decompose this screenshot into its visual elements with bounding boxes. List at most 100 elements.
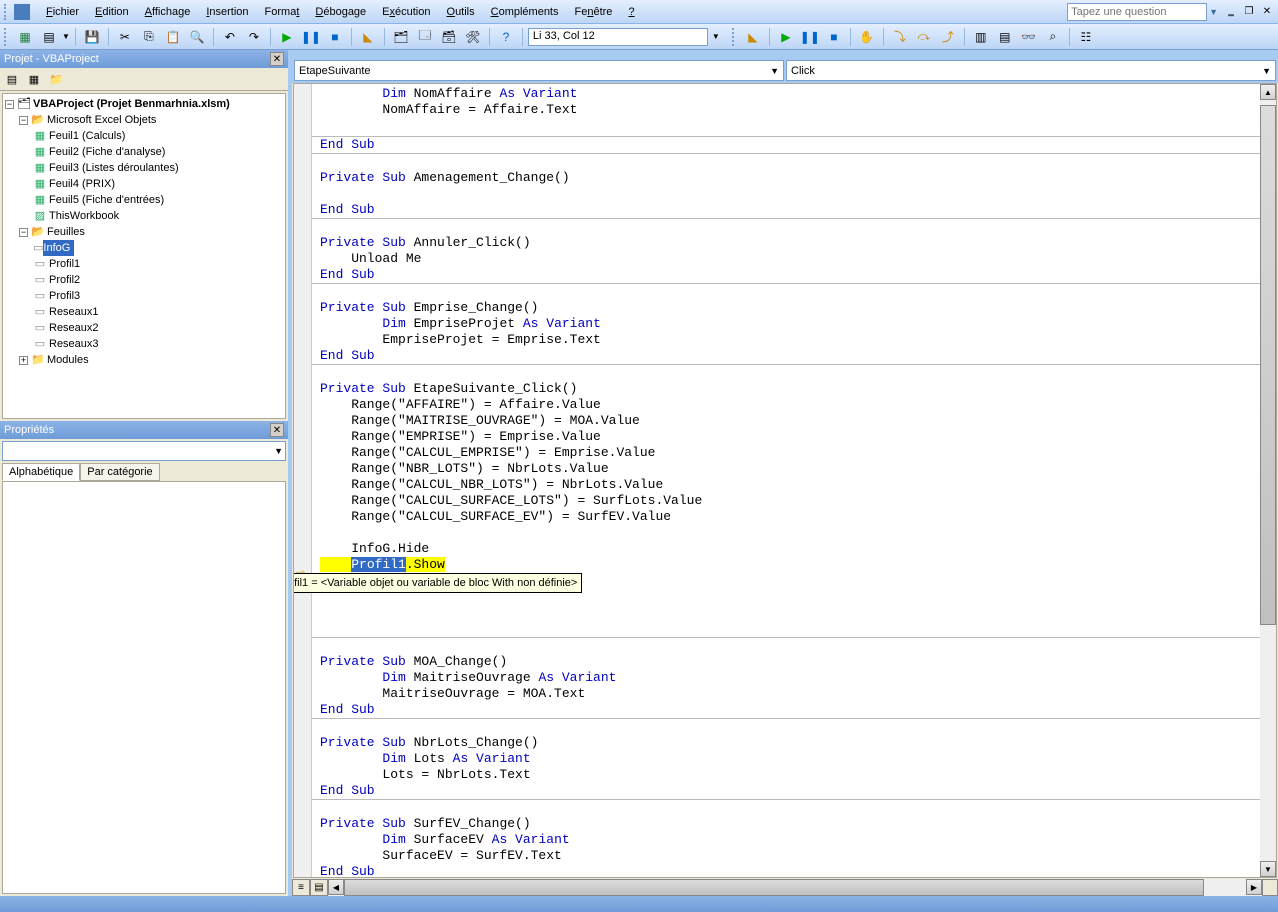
properties-close-icon[interactable]: ✕ (270, 423, 284, 437)
tree-item-feuil3[interactable]: Feuil3 (Listes déroulantes) (49, 162, 179, 174)
project-tree[interactable]: −🗂VBAProject (Projet Benmarhnia.xlsm) −📂… (2, 93, 286, 419)
code-text[interactable]: Dim NomAffaire As Variant NomAffaire = A… (312, 84, 1260, 877)
procedure-view-button[interactable]: ≡ (292, 879, 310, 896)
excel-icon[interactable]: ▦ (14, 27, 36, 47)
object-combo[interactable]: EtapeSuivante ▼ (294, 60, 784, 81)
expand-icon[interactable]: − (19, 116, 28, 125)
view-object-button[interactable]: ▦ (24, 70, 44, 88)
properties-object-combo[interactable]: ▼ (2, 441, 286, 461)
menu-format[interactable]: Format (257, 3, 308, 21)
paste-icon[interactable]: 📋 (162, 27, 184, 47)
view-code-icon[interactable]: ▤ (38, 27, 60, 47)
tree-item-profil2[interactable]: Profil2 (49, 274, 80, 286)
tree-item-infog[interactable]: InfoG (43, 240, 74, 256)
expand-icon[interactable]: − (5, 100, 14, 109)
properties-grid[interactable] (2, 481, 286, 894)
tree-item-feuil1[interactable]: Feuil1 (Calculs) (49, 130, 125, 142)
toolbar-grip-3[interactable] (732, 28, 738, 46)
scroll-thumb[interactable] (344, 879, 1204, 896)
redo-icon[interactable]: ↷ (243, 27, 265, 47)
scroll-right-icon[interactable]: ▶ (1246, 879, 1262, 895)
menu-file[interactable]: Fichier (38, 3, 87, 21)
menu-run[interactable]: Exécution (374, 3, 438, 21)
toggle-breakpoint-icon[interactable]: ✋ (856, 27, 878, 47)
tree-item-feuil4[interactable]: Feuil4 (PRIX) (49, 178, 115, 190)
tab-alphabetic[interactable]: Alphabétique (2, 463, 80, 481)
menu-help[interactable]: ? (620, 3, 642, 21)
menu-view[interactable]: Affichage (137, 3, 199, 21)
excel-objects-folder[interactable]: Microsoft Excel Objets (47, 114, 156, 126)
ask-question-input[interactable] (1067, 3, 1207, 21)
vertical-scrollbar[interactable]: ▲ ▼ (1260, 84, 1276, 877)
toolbox-icon[interactable]: 🛠 (462, 27, 484, 47)
code-margin[interactable]: ⇨ (294, 84, 312, 877)
modules-folder[interactable]: Modules (47, 354, 89, 366)
toggle-folders-button[interactable]: 📁 (46, 70, 66, 88)
design-mode-icon[interactable]: ◣ (357, 27, 379, 47)
scroll-left-icon[interactable]: ◀ (328, 879, 344, 895)
save-icon[interactable]: 💾 (81, 27, 103, 47)
immediate-window-icon[interactable]: ▤ (994, 27, 1016, 47)
menu-window[interactable]: Fenêtre (567, 3, 621, 21)
menu-edit[interactable]: Edition (87, 3, 137, 21)
forms-folder[interactable]: Feuilles (47, 226, 85, 238)
tree-item-reseaux3[interactable]: Reseaux3 (49, 338, 99, 350)
tab-categorized[interactable]: Par catégorie (80, 463, 159, 481)
project-explorer-icon[interactable]: 🗂 (390, 27, 412, 47)
copy-icon[interactable]: ⎘ (138, 27, 160, 47)
scroll-down-icon[interactable]: ▼ (1260, 861, 1276, 877)
code-editor[interactable]: ⇨ Dim NomAffaire As Variant NomAffaire =… (293, 83, 1277, 878)
properties-icon[interactable]: 🗔 (414, 27, 436, 47)
object-combo-value: EtapeSuivante (299, 65, 371, 77)
minimize-button[interactable]: ‗ (1224, 5, 1238, 19)
step-over-icon[interactable]: ⤼ (913, 27, 935, 47)
restore-button[interactable]: ❐ (1242, 5, 1256, 19)
step-out-icon[interactable]: ⤴ (937, 27, 959, 47)
menu-debug[interactable]: Débogage (307, 3, 374, 21)
tree-item-reseaux2[interactable]: Reseaux2 (49, 322, 99, 334)
expand-icon[interactable]: + (19, 356, 28, 365)
quick-watch-icon[interactable]: ⌕ (1042, 27, 1064, 47)
view-code-button[interactable]: ▤ (2, 70, 22, 88)
scroll-thumb[interactable] (1260, 105, 1276, 625)
menu-addins[interactable]: Compléments (483, 3, 567, 21)
run-icon-2[interactable]: ▶ (775, 27, 797, 47)
horizontal-scrollbar[interactable]: ◀ ▶ (328, 879, 1262, 896)
call-stack-icon[interactable]: ☷ (1075, 27, 1097, 47)
undo-icon[interactable]: ↶ (219, 27, 241, 47)
tree-item-profil3[interactable]: Profil3 (49, 290, 80, 302)
expand-icon[interactable]: − (19, 228, 28, 237)
full-module-view-button[interactable]: ▤ (310, 879, 328, 896)
tree-item-reseaux1[interactable]: Reseaux1 (49, 306, 99, 318)
toolbar-grip[interactable] (4, 4, 10, 20)
ask-dropdown-icon[interactable]: ▼ (1209, 7, 1218, 17)
run-icon[interactable]: ▶ (276, 27, 298, 47)
object-browser-icon[interactable]: 🗃 (438, 27, 460, 47)
help-icon[interactable]: ? (495, 27, 517, 47)
reset-icon[interactable]: ■ (324, 27, 346, 47)
step-into-icon[interactable]: ⤵ (889, 27, 911, 47)
cut-icon[interactable]: ✂ (114, 27, 136, 47)
close-button[interactable]: ✕ (1260, 5, 1274, 19)
menu-insert[interactable]: Insertion (198, 3, 256, 21)
tree-item-feuil5[interactable]: Feuil5 (Fiche d'entrées) (49, 194, 164, 206)
design-mode-icon-2[interactable]: ◣ (742, 27, 764, 47)
project-panel-close-icon[interactable]: ✕ (270, 52, 284, 66)
break-icon[interactable]: ❚❚ (300, 27, 322, 47)
status-dropdown-icon[interactable]: ▼ (712, 32, 720, 41)
toolbar-grip-2[interactable] (4, 28, 10, 46)
reset-icon-2[interactable]: ■ (823, 27, 845, 47)
scroll-up-icon[interactable]: ▲ (1260, 84, 1276, 100)
procedure-combo[interactable]: Click ▼ (786, 60, 1276, 81)
menu-tools[interactable]: Outils (439, 3, 483, 21)
folder-icon: 📂 (31, 112, 45, 128)
dropdown-icon[interactable]: ▼ (62, 32, 70, 41)
project-root[interactable]: VBAProject (Projet Benmarhnia.xlsm) (33, 98, 230, 110)
locals-window-icon[interactable]: ▥ (970, 27, 992, 47)
tree-item-feuil2[interactable]: Feuil2 (Fiche d'analyse) (49, 146, 165, 158)
break-icon-2[interactable]: ❚❚ (799, 27, 821, 47)
find-icon[interactable]: 🔍 (186, 27, 208, 47)
tree-item-profil1[interactable]: Profil1 (49, 258, 80, 270)
watch-window-icon[interactable]: 👓 (1018, 27, 1040, 47)
tree-item-thisworkbook[interactable]: ThisWorkbook (49, 210, 119, 222)
